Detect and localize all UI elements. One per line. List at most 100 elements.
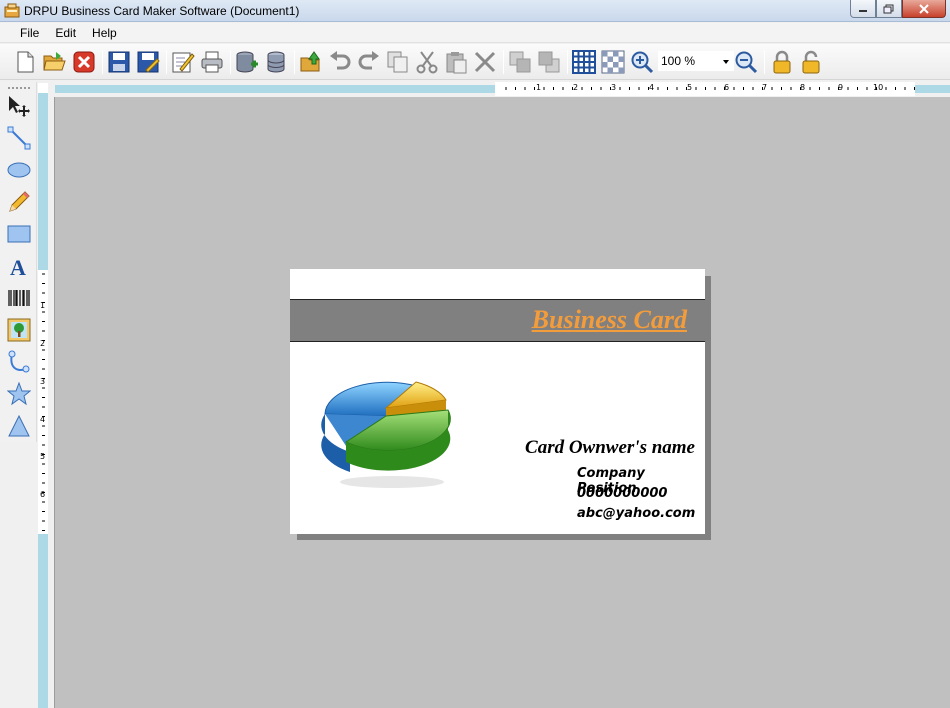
close-document-button[interactable]	[71, 49, 97, 75]
hruler-label: 10	[873, 83, 884, 92]
menu-file[interactable]: File	[12, 23, 47, 42]
open-icon	[43, 52, 66, 71]
toolbar	[0, 44, 950, 80]
export-icon	[300, 51, 320, 72]
lock-icon	[773, 50, 791, 74]
edit-icon	[172, 52, 195, 73]
new-button[interactable]	[12, 49, 38, 75]
grid-icon	[572, 50, 596, 74]
chevron-down-icon	[723, 60, 729, 64]
save-button[interactable]	[106, 49, 132, 75]
hruler-label: 9	[838, 83, 844, 92]
horizontal-ruler: 1 2 3 4 5 6 7 8 9 10	[495, 82, 915, 96]
copy-button[interactable]	[385, 49, 411, 75]
hruler-label: 6	[724, 83, 730, 92]
lock-button[interactable]	[769, 49, 795, 75]
print-icon	[201, 51, 223, 73]
ellipse-icon	[7, 162, 31, 178]
tool-panel: A	[0, 82, 37, 442]
curve-icon	[8, 350, 30, 373]
text-tool[interactable]: A	[5, 252, 33, 280]
send-backward-button[interactable]	[536, 49, 562, 75]
vruler-label: 4	[40, 415, 46, 424]
cut-icon	[416, 51, 438, 74]
ellipse-tool[interactable]	[5, 156, 33, 184]
star-icon	[7, 382, 31, 406]
zoom-select[interactable]: 100 %	[658, 51, 734, 71]
toolbar-grip	[8, 87, 30, 89]
maximize-button[interactable]	[876, 0, 902, 18]
hruler-label: 7	[762, 83, 768, 92]
zoom-in-button[interactable]	[629, 49, 655, 75]
menu-help[interactable]: Help	[84, 23, 125, 42]
save-icon	[108, 51, 130, 73]
horizontal-ruler-band	[915, 85, 950, 93]
triangle-icon	[8, 414, 30, 437]
redo-icon	[358, 51, 379, 70]
send-backward-icon	[538, 51, 560, 73]
text-icon: A	[10, 255, 26, 278]
pencil-tool[interactable]	[5, 188, 33, 216]
curve-tool[interactable]	[5, 348, 33, 376]
pie-chart-icon[interactable]	[320, 364, 460, 489]
minimize-icon	[859, 9, 867, 12]
business-card[interactable]: Business Card Card Ownwer's name Company…	[290, 269, 705, 534]
paste-button[interactable]	[443, 49, 469, 75]
zoom-out-icon	[735, 51, 758, 74]
checkerboard-button[interactable]	[600, 49, 626, 75]
vruler-label: 5	[40, 452, 46, 461]
vruler-label: 3	[40, 377, 46, 386]
horizontal-ruler-ticks	[505, 87, 915, 90]
zoom-out-button[interactable]	[733, 49, 759, 75]
database-button[interactable]	[263, 49, 289, 75]
grid-button[interactable]	[571, 49, 597, 75]
image-tool[interactable]	[5, 316, 33, 344]
vruler-label: 1	[40, 301, 46, 310]
window-title: DRPU Business Card Maker Software (Docum…	[24, 4, 300, 18]
hruler-label: 4	[649, 83, 655, 92]
triangle-tool[interactable]	[5, 412, 33, 440]
pointer-tool[interactable]	[5, 92, 33, 120]
zoom-in-icon	[631, 51, 654, 74]
save-as-icon	[137, 51, 160, 73]
star-tool[interactable]	[5, 380, 33, 408]
zoom-value: 100 %	[661, 54, 696, 68]
owner-name[interactable]: Card Ownwer's name	[525, 437, 695, 459]
save-as-button[interactable]	[135, 49, 161, 75]
phone-number[interactable]: 0000000000	[577, 486, 667, 501]
redo-button[interactable]	[356, 49, 382, 75]
minimize-button[interactable]	[850, 0, 876, 18]
image-icon	[7, 318, 31, 342]
edit-button[interactable]	[170, 49, 196, 75]
copy-icon	[387, 51, 408, 73]
card-title[interactable]: Business Card	[532, 305, 687, 335]
delete-button[interactable]	[472, 49, 498, 75]
hruler-label: 1	[536, 83, 542, 92]
bring-forward-button[interactable]	[507, 49, 533, 75]
line-icon	[7, 126, 31, 150]
close-button[interactable]	[902, 0, 946, 18]
menu-edit[interactable]: Edit	[47, 23, 84, 42]
pencil-icon	[9, 191, 30, 212]
pointer-icon	[9, 96, 30, 117]
rectangle-tool[interactable]	[5, 220, 33, 248]
export-button[interactable]	[298, 49, 324, 75]
vruler-label: 6	[40, 490, 46, 499]
cut-button[interactable]	[414, 49, 440, 75]
horizontal-ruler-band	[55, 85, 495, 93]
database-add-button[interactable]	[234, 49, 260, 75]
unlock-button[interactable]	[798, 49, 824, 75]
app-icon	[4, 3, 20, 18]
print-button[interactable]	[199, 49, 225, 75]
rectangle-icon	[7, 225, 31, 243]
barcode-tool[interactable]	[5, 284, 33, 312]
undo-button[interactable]	[327, 49, 353, 75]
ruler-corner	[38, 83, 48, 93]
line-tool[interactable]	[5, 124, 33, 152]
open-button[interactable]	[41, 49, 67, 75]
checkerboard-icon	[601, 50, 625, 74]
email-address[interactable]: abc@yahoo.com	[577, 506, 695, 521]
close-document-icon	[73, 51, 95, 73]
vertical-ruler: 1 2 3 4 5 6	[38, 270, 48, 534]
paste-icon	[446, 52, 467, 74]
